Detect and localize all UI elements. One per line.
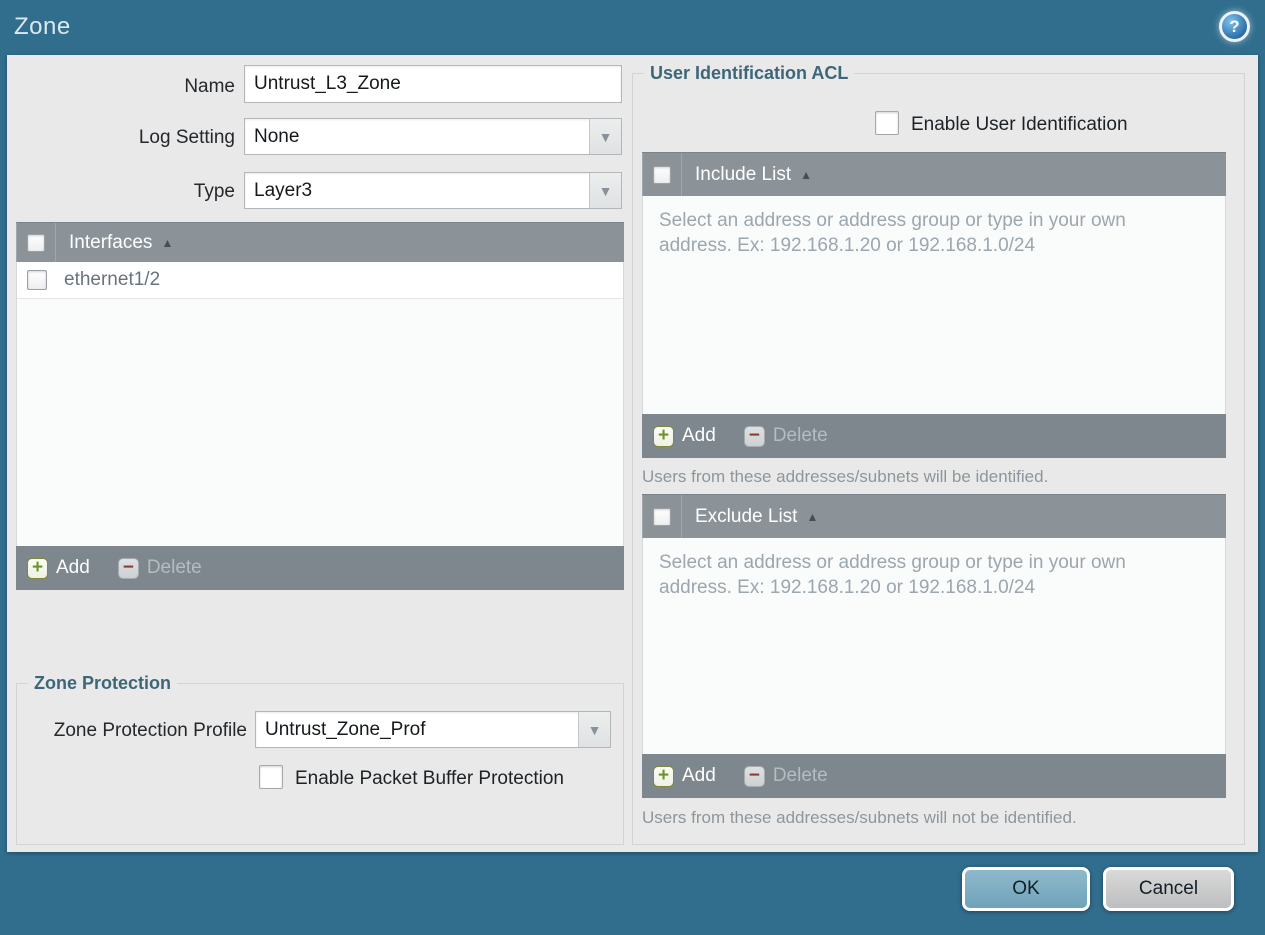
interface-row[interactable]: ethernet1/2: [17, 262, 623, 299]
enable-user-identification-checkbox[interactable]: [875, 111, 899, 135]
zone-protection-legend: Zone Protection: [34, 673, 172, 693]
enable-user-identification-label: Enable User Identification: [911, 114, 1128, 135]
log-setting-label: Log Setting: [138, 127, 235, 148]
add-icon: +: [653, 425, 674, 447]
interface-row-checkbox[interactable]: [27, 270, 47, 290]
interfaces-footer: + Add − Delete: [16, 546, 624, 590]
include-list-footer: + Add − Delete: [642, 414, 1226, 458]
include-list-placeholder: Select an address or address group or ty…: [659, 210, 1126, 256]
dialog-title: Zone: [14, 13, 71, 40]
exclude-select-all-checkbox[interactable]: [653, 507, 671, 526]
add-icon: +: [27, 557, 48, 579]
include-add-button[interactable]: + Add: [653, 425, 716, 447]
add-icon: +: [653, 765, 674, 787]
log-setting-chevron-down-icon[interactable]: ▼: [589, 119, 621, 154]
cancel-button[interactable]: Cancel: [1103, 867, 1234, 911]
delete-icon: −: [117, 557, 139, 579]
exclude-list-column-title: Exclude List: [695, 505, 798, 527]
interfaces-select-all-checkbox[interactable]: [27, 233, 45, 252]
exclude-delete-button[interactable]: − Delete: [743, 765, 828, 787]
name-label: Name: [184, 76, 235, 97]
interfaces-list-body: ethernet1/2: [16, 262, 624, 546]
sort-asc-icon: ▲: [800, 167, 813, 182]
delete-icon: −: [743, 425, 765, 447]
interfaces-panel: Interfaces ▲ ethernet1/2 + Add − Delete: [16, 222, 624, 590]
zone-protection-profile-chevron-down-icon[interactable]: ▼: [578, 712, 610, 747]
zone-dialog-window: Zone ? Name Log Setting ▼ Type ▼ Interfa…: [0, 0, 1265, 935]
sort-asc-icon: ▲: [806, 509, 819, 524]
exclude-add-button[interactable]: + Add: [653, 765, 716, 787]
zone-protection-profile-label: Zone Protection Profile: [53, 720, 247, 741]
exclude-list-footer: + Add − Delete: [642, 754, 1226, 798]
exclude-list-caption: Users from these addresses/subnets will …: [642, 808, 1077, 827]
interfaces-column-title: Interfaces: [69, 231, 153, 253]
sort-asc-icon: ▲: [161, 235, 174, 250]
type-chevron-down-icon[interactable]: ▼: [589, 173, 621, 208]
enable-packet-buffer-protection-label: Enable Packet Buffer Protection: [295, 768, 564, 789]
type-combo: ▼: [244, 172, 622, 209]
interfaces-header[interactable]: Interfaces ▲: [16, 222, 624, 262]
type-label: Type: [193, 181, 235, 202]
interface-name: ethernet1/2: [64, 269, 161, 290]
exclude-list-panel: Exclude List ▲ Select an address or addr…: [642, 494, 1226, 798]
exclude-list-header[interactable]: Exclude List ▲: [642, 494, 1226, 538]
help-icon[interactable]: ?: [1219, 11, 1250, 42]
name-input[interactable]: [244, 65, 622, 103]
log-setting-input[interactable]: [245, 119, 589, 154]
zone-protection-profile-combo: ▼: [255, 711, 611, 748]
include-list-panel: Include List ▲ Select an address or addr…: [642, 152, 1226, 458]
include-delete-button[interactable]: − Delete: [743, 425, 828, 447]
delete-icon: −: [743, 765, 765, 787]
interfaces-add-button[interactable]: + Add: [27, 557, 90, 579]
include-list-caption: Users from these addresses/subnets will …: [642, 467, 1049, 486]
type-input[interactable]: [245, 173, 589, 208]
zone-protection-profile-input[interactable]: [256, 712, 578, 747]
enable-packet-buffer-protection-checkbox[interactable]: [259, 765, 283, 789]
exclude-list-placeholder: Select an address or address group or ty…: [659, 552, 1126, 598]
exclude-list-body: Select an address or address group or ty…: [642, 538, 1226, 754]
title-bar: Zone ?: [0, 0, 1265, 55]
user-identification-acl-legend: User Identification ACL: [650, 63, 849, 83]
include-list-header[interactable]: Include List ▲: [642, 152, 1226, 196]
dialog-body: Name Log Setting ▼ Type ▼ Interfaces ▲: [7, 55, 1258, 852]
log-setting-combo: ▼: [244, 118, 622, 155]
include-list-column-title: Include List: [695, 163, 792, 185]
include-list-body: Select an address or address group or ty…: [642, 196, 1226, 414]
include-select-all-checkbox[interactable]: [653, 165, 671, 184]
ok-button[interactable]: OK: [962, 867, 1090, 911]
zone-protection-group: Zone Protection: [16, 673, 624, 845]
interfaces-delete-button[interactable]: − Delete: [117, 557, 202, 579]
